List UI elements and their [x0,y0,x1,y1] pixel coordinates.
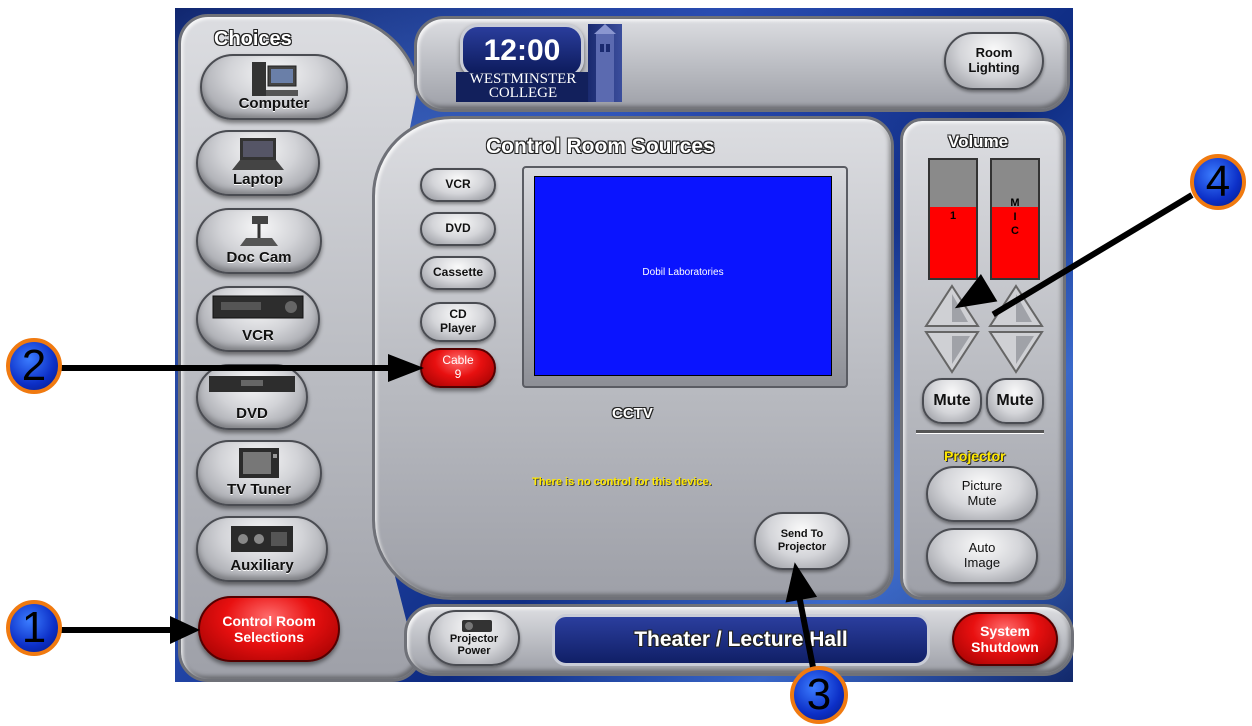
sources-title: Control Room Sources [486,135,715,158]
callout-badge-3: 3 [790,666,848,724]
choice-tv-tuner-button[interactable]: TV Tuner [196,440,322,506]
callout-arrow-2 [60,365,396,371]
arrowhead-icon [778,559,818,603]
choices-title: Choices [214,28,292,50]
callout-arrow-1 [60,627,178,633]
callout-number: 4 [1205,157,1231,206]
preview-screen: Dobil Laboratories [534,176,832,376]
arrowhead-icon [170,616,200,644]
mute-1-button[interactable]: Mute [922,378,982,424]
volume-meter-2: M I C [990,158,1040,280]
picture-mute-button[interactable]: Picture Mute [926,466,1038,522]
divider [916,430,1044,434]
button-label-line1: CD [449,307,467,322]
choice-label: DVD [236,405,268,422]
projector-power-button[interactable]: Projector Power [428,610,520,666]
college-logo: WESTMINSTER COLLEGE [456,72,590,102]
auxiliary-icon [229,524,295,559]
device-message: There is no control for this device. [532,476,712,488]
button-label-line2: Shutdown [971,639,1039,655]
button-label-line2: Power [457,645,491,658]
callout-number: 3 [806,670,832,719]
callout-number: 1 [21,603,47,652]
arrowhead-icon [388,354,424,382]
button-label-line2: Player [439,321,477,335]
volume-meter-2-label: M I C [992,196,1038,238]
projector-title: Projector [944,448,1006,464]
tower-icon [588,24,622,102]
button-label: Mute [996,391,1034,409]
button-label-line2: 9 [454,367,462,381]
callout-badge-4: 4 [1190,154,1246,210]
button-label-line1: Auto [968,540,996,556]
choice-label: Auxiliary [230,557,294,574]
choice-vcr-button[interactable]: VCR [196,286,320,352]
source-cable-button[interactable]: Cable 9 [420,348,496,388]
projector-icon [460,616,494,638]
button-label-line1: Room [975,45,1013,61]
volume-title: Volume [948,132,1009,151]
button-label-line1: Picture [961,478,1003,494]
logo-line2: COLLEGE [488,85,558,101]
clock-display: 12:00 [460,24,584,78]
button-label-line1: Control Room [222,612,316,629]
logo-line1: WESTMINSTER [469,71,577,87]
button-label-line2: Lighting [968,60,1020,75]
choice-auxiliary-button[interactable]: Auxiliary [196,516,328,582]
button-label-line1: Cable [442,353,474,368]
source-vcr-button[interactable]: VCR [420,168,496,202]
mic-letter: M [1010,197,1020,209]
doc-cam-icon [234,214,284,255]
volume-down-2-button[interactable] [988,330,1044,379]
button-label-line1: Cassette [432,265,484,280]
source-dvd-button[interactable]: DVD [420,212,496,246]
system-shutdown-button[interactable]: System Shutdown [952,612,1058,666]
control-room-selections-button[interactable]: Control Room Selections [198,596,340,662]
callout-number: 2 [21,341,47,390]
button-label-line1: Send To [780,528,824,541]
button-label: Mute [933,391,971,409]
button-label-line1: VCR [445,177,471,192]
tv-icon [237,446,281,485]
computer-icon [248,60,300,105]
callout-badge-1: 1 [6,600,62,656]
volume-meter-1-label: 1 [949,210,957,222]
device-name: CCTV [612,405,653,422]
mic-letter: I [1013,211,1017,223]
room-name: Theater / Lecture Hall [634,628,848,651]
source-cassette-button[interactable]: Cassette [420,256,496,290]
button-label-line2: Image [963,555,1001,570]
choice-dvd-button[interactable]: DVD [196,364,308,430]
volume-down-1-button[interactable] [924,330,980,379]
choice-label: VCR [242,327,274,344]
button-label-line1: DVD [445,221,471,236]
volume-meter-1: 1 [928,158,978,280]
button-label-line2: Mute [967,493,997,508]
button-label-line1: System [980,622,1030,639]
auto-image-button[interactable]: Auto Image [926,528,1038,584]
preview-screen-text: Dobil Laboratories [642,266,724,278]
button-label-line2: Projector [777,541,827,553]
clock-time: 12:00 [483,34,561,67]
mic-letter: C [1011,225,1019,237]
vcr-icon [211,294,305,325]
room-name-display: Theater / Lecture Hall [552,614,930,666]
button-label-line2: Selections [233,629,305,645]
choice-computer-button[interactable]: Computer [200,54,348,120]
source-cd-player-button[interactable]: CD Player [420,302,496,342]
laptop-icon [228,136,288,177]
room-lighting-button[interactable]: Room Lighting [944,32,1044,90]
mute-2-button[interactable]: Mute [986,378,1044,424]
dvd-icon [207,374,297,399]
callout-badge-2: 2 [6,338,62,394]
choice-doc-cam-button[interactable]: Doc Cam [196,208,322,274]
choice-laptop-button[interactable]: Laptop [196,130,320,196]
